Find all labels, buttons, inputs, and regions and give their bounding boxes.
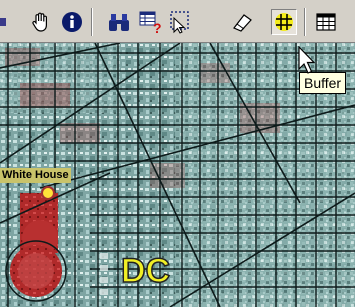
- white-house-point-marker[interactable]: [41, 186, 55, 200]
- select-tool-button[interactable]: [167, 9, 193, 35]
- toolbar-separator: [91, 8, 93, 36]
- query-table-icon: ?: [139, 11, 162, 34]
- eraser-icon: [233, 14, 252, 32]
- svg-text:?: ?: [153, 20, 162, 34]
- mouse-pointer-icon: [298, 46, 316, 74]
- buffer-tool-button[interactable]: [271, 9, 297, 35]
- find-tool-button[interactable]: [106, 9, 132, 35]
- white-house-label: White House: [0, 168, 71, 183]
- map-toolbar: ?: [0, 0, 355, 43]
- query-tool-button[interactable]: ?: [138, 9, 164, 35]
- select-pointer-icon: [170, 11, 189, 34]
- pan-tool-button[interactable]: [28, 9, 54, 35]
- buffer-icon: [275, 13, 293, 31]
- partial-tool-icon: [0, 18, 6, 26]
- hand-icon: [32, 12, 47, 32]
- binoculars-icon: [109, 14, 129, 31]
- info-icon: [62, 12, 82, 32]
- clear-selection-tool-button[interactable]: [229, 9, 255, 35]
- toolbar-separator-2: [304, 8, 306, 36]
- table-icon: [316, 13, 336, 31]
- dc-label: DC: [120, 252, 171, 290]
- zoom-out-tool-partial[interactable]: [0, 9, 12, 35]
- identify-tool-button[interactable]: [59, 9, 85, 35]
- attribute-table-tool-button[interactable]: [313, 9, 339, 35]
